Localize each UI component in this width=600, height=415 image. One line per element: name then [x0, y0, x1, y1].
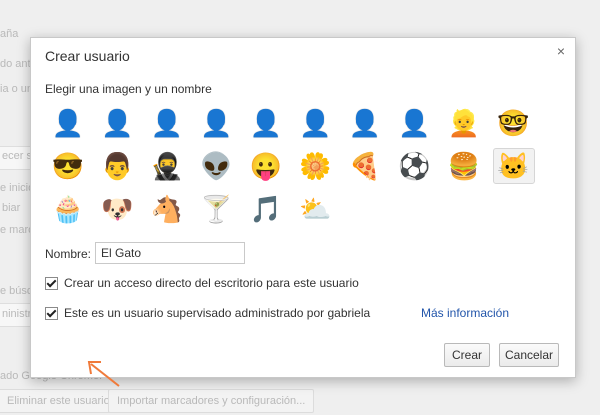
avatar-white-silhouette-option[interactable]: 👤	[47, 105, 89, 141]
avatar-cocktail-option[interactable]: 🍸	[196, 191, 238, 227]
remove-user-button: Eliminar este usuario	[0, 389, 119, 413]
avatar-cat-option[interactable]: 🐱	[492, 148, 535, 184]
create-button[interactable]: Crear	[444, 343, 490, 367]
close-icon[interactable]: ×	[557, 43, 565, 59]
avatar-blonde-woman-option[interactable]: 👱	[443, 105, 485, 141]
avatar-orange-silhouette-icon: 👤	[249, 108, 283, 138]
avatar-woman-sunglasses-icon: 😎	[51, 151, 85, 181]
avatar-ninja-icon: 🥷	[150, 151, 184, 181]
avatar-pizza-icon: 🍕	[348, 151, 382, 181]
avatar-teal-silhouette-icon: 👤	[101, 108, 134, 138]
import-bookmarks-button: Importar marcadores y configuración...	[108, 389, 315, 413]
avatar-blue-silhouette-option[interactable]: 👤	[146, 105, 188, 141]
avatar-alien-icon: 👽	[200, 151, 233, 181]
avatar-soccer-ball-option[interactable]: ⚽	[394, 148, 436, 184]
avatar-yellow-silhouette-option[interactable]: 👤	[394, 105, 436, 141]
avatar-white-silhouette-icon: 👤	[51, 108, 85, 138]
avatar-purple-silhouette-option[interactable]: 👤	[295, 105, 337, 141]
avatar-pizza-option[interactable]: 🍕	[344, 148, 386, 184]
avatar-cupcake-option[interactable]: 🧁	[47, 191, 89, 227]
name-input[interactable]	[95, 242, 245, 264]
avatar-purple-silhouette-icon: 👤	[299, 108, 332, 138]
desktop-shortcut-label: Crear un acceso directo del escritorio p…	[64, 276, 359, 290]
avatar-music-note-icon: 🎵	[249, 194, 283, 224]
avatar-cocktail-icon: 🍸	[200, 194, 233, 224]
bg-fragment: do ant	[0, 58, 31, 70]
avatar-soccer-ball-icon: ⚽	[398, 151, 431, 181]
bg-fragment: ia o un	[0, 83, 34, 95]
avatar-sun-cloud-option[interactable]: ⛅	[295, 191, 337, 227]
avatar-cat-icon: 🐱	[497, 151, 530, 181]
choose-image-subtitle: Elegir una imagen y un nombre	[45, 82, 212, 96]
avatar-teal-silhouette-option[interactable]: 👤	[97, 105, 139, 141]
supervised-user-option[interactable]: Este es un usuario supervisado administr…	[45, 306, 370, 320]
avatar-hamburger-icon: 🍔	[447, 151, 481, 181]
cancel-button[interactable]: Cancelar	[499, 343, 559, 367]
supervised-user-label: Este es un usuario supervisado administr…	[64, 306, 371, 320]
create-user-dialog: Crear usuario × Elegir una imagen y un n…	[30, 37, 576, 387]
desktop-shortcut-checkbox[interactable]	[45, 276, 58, 290]
avatar-blue-silhouette-icon: 👤	[150, 108, 184, 138]
avatar-man-icon: 👨	[101, 151, 134, 181]
avatar-flower-option[interactable]: 🌼	[295, 148, 337, 184]
avatar-blonde-woman-icon: 👱	[447, 108, 481, 138]
avatar-green-silhouette-icon: 👤	[200, 108, 233, 138]
avatar-horse-icon: 🐴	[150, 194, 184, 224]
avatar-hamburger-option[interactable]: 🍔	[443, 148, 485, 184]
arrow-pointer-icon	[87, 361, 120, 387]
bg-fragment: biar	[2, 202, 21, 214]
avatar-dog-icon: 🐶	[101, 194, 134, 224]
dialog-title: Crear usuario	[45, 48, 130, 64]
avatar-ninja-option[interactable]: 🥷	[146, 148, 188, 184]
avatar-horse-option[interactable]: 🐴	[146, 191, 188, 227]
avatar-alien-option[interactable]: 👽	[196, 148, 238, 184]
avatar-music-note-option[interactable]: 🎵	[245, 191, 287, 227]
avatar-woman-sunglasses-option[interactable]: 😎	[47, 148, 89, 184]
avatar-flower-icon: 🌼	[299, 151, 332, 181]
avatar-man-with-glasses-option[interactable]: 🤓	[493, 105, 535, 141]
avatar-green-silhouette-option[interactable]: 👤	[196, 105, 238, 141]
avatar-yellow-silhouette-icon: 👤	[398, 108, 431, 138]
bg-fragment: aña	[0, 28, 19, 40]
avatar-orange-silhouette-option[interactable]: 👤	[245, 105, 287, 141]
avatar-man-option[interactable]: 👨	[97, 148, 139, 184]
avatar-red-silhouette-icon: 👤	[348, 108, 382, 138]
avatar-red-silhouette-option[interactable]: 👤	[344, 105, 386, 141]
more-info-link[interactable]: Más información	[421, 306, 509, 320]
desktop-shortcut-option[interactable]: Crear un acceso directo del escritorio p…	[45, 276, 359, 290]
avatar-smiley-option[interactable]: 😛	[245, 148, 287, 184]
supervised-user-checkbox[interactable]	[45, 306, 58, 320]
avatar-sun-cloud-icon: ⛅	[299, 194, 332, 224]
bg-fragment: e marc	[0, 224, 34, 236]
avatar-cupcake-icon: 🧁	[51, 194, 85, 224]
avatar-dog-option[interactable]: 🐶	[97, 191, 139, 227]
name-label: Nombre:	[45, 247, 92, 261]
avatar-man-with-glasses-icon: 🤓	[497, 108, 530, 138]
avatar-smiley-icon: 😛	[249, 151, 283, 181]
